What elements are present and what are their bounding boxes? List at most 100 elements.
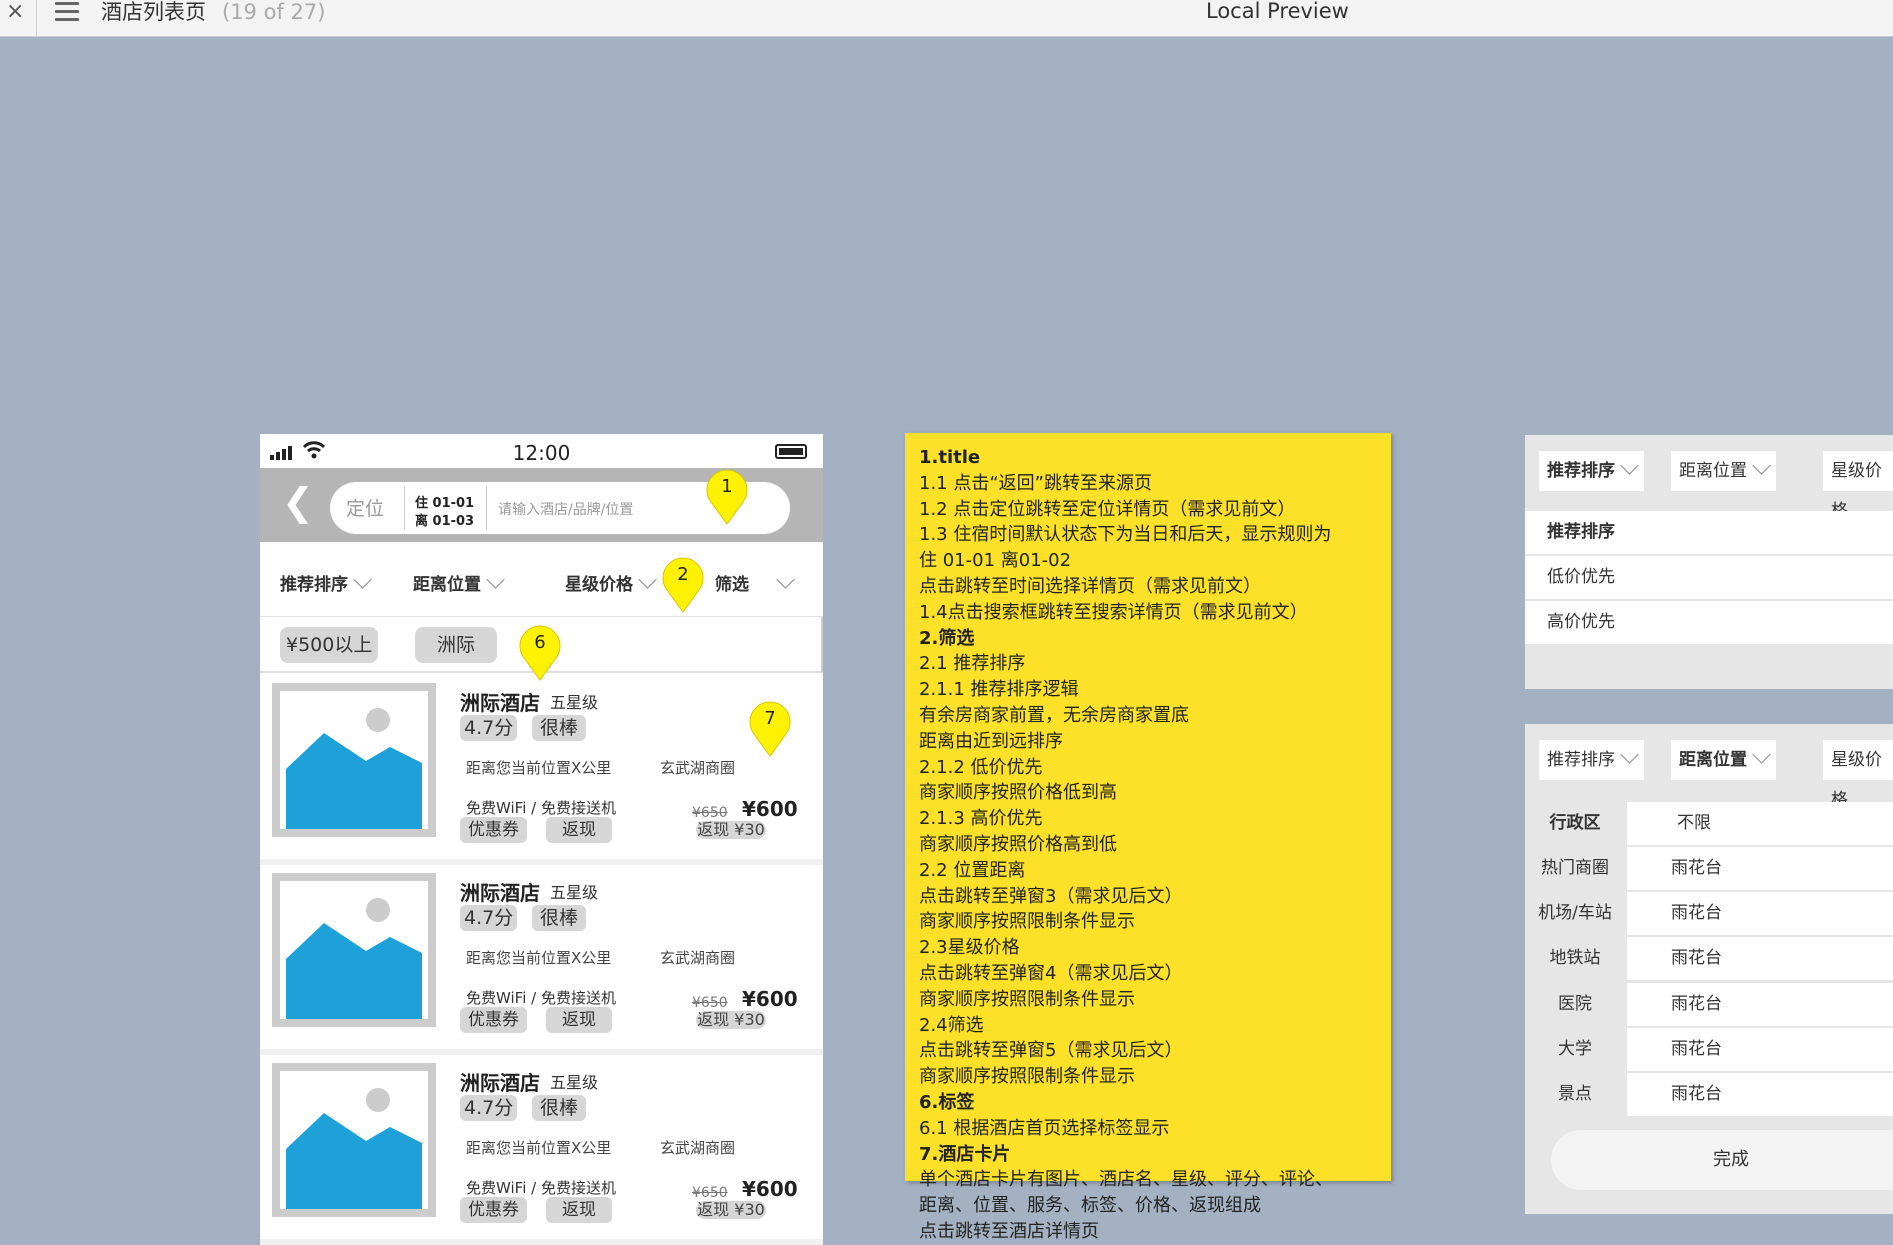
location-value[interactable]: 雨花台 bbox=[1627, 1073, 1893, 1116]
filter-screen[interactable]: 筛选 bbox=[715, 570, 795, 595]
note-line: 7.酒店卡片 bbox=[919, 1143, 1011, 1165]
hotel-card[interactable]: 洲际酒店 五星级 4.7分 很棒 距离您当前位置X公里 玄武湖商圈 免费WiFi… bbox=[260, 865, 823, 1055]
chevron-down-icon bbox=[638, 570, 657, 589]
note-line: 商家顺序按照价格高到低 bbox=[919, 833, 1117, 855]
tab-recommend[interactable]: 推荐排序 bbox=[1539, 451, 1644, 491]
image-placeholder-icon bbox=[272, 683, 436, 837]
location-value[interactable]: 雨花台 bbox=[1627, 892, 1893, 935]
hotel-card[interactable]: 洲际酒店 五星级 4.7分 很棒 距离您当前位置X公里 玄武湖商圈 免费WiFi… bbox=[260, 675, 823, 865]
location-value[interactable]: 雨花台 bbox=[1627, 937, 1893, 980]
original-price: ¥650 bbox=[692, 805, 728, 821]
hotel-card[interactable]: 洲际酒店 五星级 4.7分 很棒 距离您当前位置X公里 玄武湖商圈 免费WiFi… bbox=[260, 1055, 823, 1245]
tab-distance[interactable]: 距离位置 bbox=[1671, 451, 1776, 491]
search-input[interactable]: 请输入酒店/品牌/位置 bbox=[498, 499, 633, 519]
filter-bar: 推荐排序 距离位置 星级价格 筛选 bbox=[260, 542, 823, 617]
return-badge: 返现 bbox=[546, 817, 612, 843]
note-line: 2.2 位置距离 bbox=[919, 859, 1026, 881]
annotation-pin[interactable]: 1 bbox=[705, 468, 749, 526]
filter-distance[interactable]: 距离位置 bbox=[413, 570, 505, 595]
location-value[interactable]: 不限 bbox=[1627, 802, 1893, 845]
image-placeholder-icon bbox=[272, 1063, 436, 1217]
return-badge: 返现 bbox=[546, 1007, 612, 1033]
requirements-note-text: 1.title 1.1 点击“返回”跳转至来源页 1.2 点击定位跳转至定位详情页（… bbox=[919, 445, 1399, 1245]
page-title: 酒店列表页 bbox=[101, 0, 206, 24]
sort-option[interactable]: 推荐排序 bbox=[1525, 511, 1893, 554]
note-line: 2.1 推荐排序 bbox=[919, 653, 1026, 675]
cashback-badge: 返现 ¥30 bbox=[696, 820, 766, 839]
chevron-down-icon bbox=[1752, 745, 1771, 764]
coupon-badge: 优惠券 bbox=[460, 1007, 527, 1033]
divider bbox=[36, 0, 37, 36]
hotel-price: ¥600 bbox=[742, 1177, 798, 1201]
note-line: 1.3 住宿时间默认状态下为当日和后天，显示规则为 bbox=[919, 524, 1332, 546]
location-value[interactable]: 雨花台 bbox=[1627, 983, 1893, 1026]
note-line: 住 01-01 离01-02 bbox=[919, 550, 1072, 572]
image-placeholder-icon bbox=[272, 873, 436, 1027]
tab-star-price[interactable]: 星级价格 bbox=[1823, 451, 1893, 521]
annotation-pin[interactable]: 6 bbox=[518, 624, 562, 682]
location-category[interactable]: 热门商圈 bbox=[1525, 847, 1625, 890]
note-line: 1.2 点击定位跳转至定位详情页（需求见前文） bbox=[919, 498, 1296, 520]
location-value[interactable]: 雨花台 bbox=[1627, 1028, 1893, 1071]
checkout-date[interactable]: 离 01-03 bbox=[415, 510, 474, 529]
close-icon[interactable]: × bbox=[6, 0, 24, 24]
note-line: 距离由近到远排序 bbox=[919, 730, 1063, 752]
battery-icon bbox=[775, 444, 807, 459]
status-bar: 12:00 bbox=[260, 434, 823, 468]
done-button[interactable]: 完成 bbox=[1551, 1130, 1893, 1190]
tag-chip[interactable]: 洲际 bbox=[415, 627, 498, 663]
back-icon[interactable]: ❮ bbox=[282, 482, 314, 522]
divider bbox=[486, 486, 487, 530]
locate-button[interactable]: 定位 bbox=[346, 494, 384, 521]
filter-recommend[interactable]: 推荐排序 bbox=[280, 570, 372, 595]
note-line: 商家顺序按照限制条件显示 bbox=[919, 988, 1135, 1010]
location-category[interactable]: 地铁站 bbox=[1525, 937, 1625, 980]
menu-icon[interactable] bbox=[55, 2, 79, 22]
annotation-pin[interactable]: 7 bbox=[748, 700, 792, 758]
filter-star-price[interactable]: 星级价格 bbox=[565, 570, 657, 595]
cashback-badge: 返现 ¥30 bbox=[696, 1200, 766, 1219]
hotel-star: 五星级 bbox=[550, 1073, 599, 1092]
note-line: 商家顺序按照价格低到高 bbox=[919, 782, 1117, 804]
hotel-score: 4.7分 bbox=[460, 715, 518, 741]
note-line: 距离、位置、服务、标签、价格、返现组成 bbox=[919, 1195, 1261, 1217]
location-category[interactable]: 机场/车站 bbox=[1525, 892, 1625, 935]
note-line: 2.4筛选 bbox=[919, 1014, 984, 1036]
chevron-down-icon bbox=[1752, 456, 1771, 475]
hotel-distance: 距离您当前位置X公里 bbox=[466, 759, 612, 777]
location-category[interactable]: 行政区 bbox=[1525, 802, 1625, 845]
note-line: 商家顺序按照限制条件显示 bbox=[919, 911, 1135, 933]
note-line: 2.1.2 低价优先 bbox=[919, 756, 1043, 778]
note-line: 点击跳转至酒店详情页 bbox=[919, 1220, 1099, 1242]
note-line: 1.title bbox=[919, 447, 981, 468]
tag-chip[interactable]: ¥500以上 bbox=[280, 627, 379, 663]
note-line: 1.1 点击“返回”跳转至来源页 bbox=[919, 472, 1152, 494]
location-category[interactable]: 景点 bbox=[1525, 1073, 1625, 1116]
note-line: 点击跳转至时间选择详情页（需求见前文） bbox=[919, 575, 1261, 597]
sort-popup: 推荐排序 距离位置 星级价格 推荐排序 低价优先 高价优先 bbox=[1525, 435, 1893, 689]
location-category[interactable]: 大学 bbox=[1525, 1028, 1625, 1071]
note-line: 1.4点击搜索框跳转至搜索详情页（需求见前文） bbox=[919, 601, 1308, 623]
tab-recommend[interactable]: 推荐排序 bbox=[1539, 740, 1644, 780]
hotel-name: 洲际酒店 bbox=[460, 691, 540, 715]
sort-option[interactable]: 高价优先 bbox=[1525, 601, 1893, 644]
annotation-pin[interactable]: 2 bbox=[661, 556, 705, 614]
return-badge: 返现 bbox=[546, 1197, 612, 1223]
tab-star-price[interactable]: 星级价格 bbox=[1823, 740, 1893, 810]
hotel-comment: 很棒 bbox=[532, 1095, 587, 1121]
hotel-name: 洲际酒店 bbox=[460, 881, 540, 905]
chevron-down-icon bbox=[1620, 456, 1639, 475]
original-price: ¥650 bbox=[692, 995, 728, 1011]
note-line: 点击跳转至弹窗5（需求见后文） bbox=[919, 1040, 1183, 1062]
cashback-badge: 返现 ¥30 bbox=[696, 1010, 766, 1029]
note-line: 2.筛选 bbox=[919, 627, 975, 649]
sort-option[interactable]: 低价优先 bbox=[1525, 556, 1893, 599]
phone-mockup: 12:00 ❮ 定位 住 01-01 离 01-03 请输入酒店/品牌/位置 推… bbox=[260, 434, 823, 1245]
checkin-date[interactable]: 住 01-01 bbox=[415, 492, 474, 511]
note-line: 6.标签 bbox=[919, 1091, 975, 1113]
location-value[interactable]: 雨花台 bbox=[1627, 847, 1893, 890]
location-category[interactable]: 医院 bbox=[1525, 983, 1625, 1026]
note-line: 6.1 根据酒店首页选择标签显示 bbox=[919, 1117, 1170, 1139]
tab-distance[interactable]: 距离位置 bbox=[1671, 740, 1776, 780]
top-bar: × 酒店列表页 (19 of 27) Local Preview bbox=[0, 0, 1893, 37]
